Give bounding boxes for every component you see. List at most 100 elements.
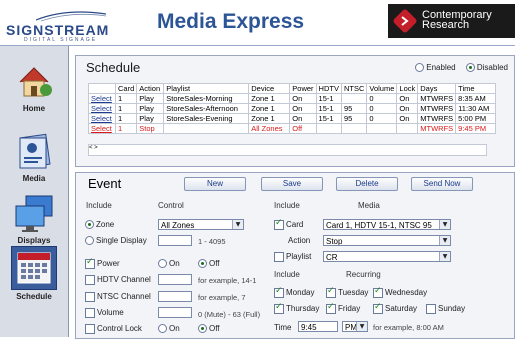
control-lock-checkbox[interactable] (85, 324, 95, 334)
chevron-down-icon[interactable]: ▼ (356, 322, 367, 331)
power-option[interactable]: Power (85, 257, 120, 269)
zone-select[interactable]: All Zones ▼ (158, 219, 244, 230)
ampm-select[interactable]: PM ▼ (342, 321, 368, 332)
signstream-logo: SIGNSTREAM DIGITAL SIGNAGE (6, 10, 126, 43)
save-button[interactable]: Save (261, 177, 323, 191)
disabled-radio[interactable] (465, 63, 475, 73)
action-select[interactable]: Stop ▼ (323, 235, 451, 246)
select-link[interactable]: Select (91, 94, 112, 103)
include-label: Include (274, 270, 300, 279)
lock-off-option[interactable]: Off (198, 324, 220, 334)
schedule-icon (11, 246, 57, 290)
sidebar-item-home[interactable]: Home (0, 60, 68, 113)
send-now-button[interactable]: Send Now (411, 177, 473, 191)
volume-input[interactable] (158, 307, 192, 318)
friday-label: Friday (338, 304, 361, 314)
single-display-input[interactable] (158, 235, 192, 246)
control-lock-option[interactable]: Control Lock (85, 324, 142, 334)
chevron-down-icon[interactable]: ▼ (439, 220, 450, 229)
friday-option[interactable]: Friday (326, 302, 361, 314)
cell-time: 8:35 AM (455, 93, 497, 104)
schedule-panel: Schedule Enabled Disabled Card Action Pl… (75, 55, 515, 167)
zone-option[interactable]: Zone (85, 220, 114, 230)
sidebar-item-label: Schedule (16, 292, 52, 301)
volume-checkbox[interactable] (85, 308, 95, 318)
monday-option[interactable]: Monday (274, 286, 315, 298)
lock-off-radio[interactable] (198, 324, 207, 334)
cell-volume (366, 123, 398, 134)
ntsc-checkbox[interactable] (85, 292, 95, 302)
cell-card: 1 (114, 113, 138, 124)
sunday-checkbox[interactable] (426, 304, 436, 314)
saturday-option[interactable]: Saturday (373, 302, 417, 314)
hdtv-option[interactable]: HDTV Channel (85, 275, 151, 285)
select-link[interactable]: Select (91, 114, 112, 123)
playlist-option[interactable]: Playlist (274, 252, 311, 262)
volume-option[interactable]: Volume (85, 308, 124, 318)
single-display-radio[interactable] (85, 236, 94, 246)
lock-on-label: On (169, 324, 180, 333)
sidebar-item-media[interactable]: Media (0, 130, 68, 183)
sunday-option[interactable]: Sunday (426, 304, 465, 314)
chevron-down-icon[interactable]: ▼ (232, 220, 243, 229)
single-display-option[interactable]: Single Display (85, 236, 147, 246)
power-on-option[interactable]: On (158, 259, 180, 269)
column-header: Volume (366, 83, 398, 94)
new-button[interactable]: New (184, 177, 246, 191)
cell-device: Zone 1 (248, 103, 291, 114)
thursday-option[interactable]: Thursday (274, 302, 320, 314)
hdtv-input[interactable] (158, 274, 192, 285)
hdtv-checkbox[interactable] (85, 275, 95, 285)
thursday-checkbox[interactable] (274, 302, 284, 314)
cell-power: On (289, 113, 317, 124)
horizontal-scrollbar[interactable]: < > (88, 144, 487, 156)
sidebar-item-label: Displays (17, 236, 51, 245)
ntsc-option[interactable]: NTSC Channel (85, 292, 151, 302)
cell-hdtv (315, 123, 342, 134)
sidebar-item-displays[interactable]: Displays (0, 192, 68, 245)
playlist-checkbox[interactable] (274, 252, 284, 262)
card-option[interactable]: Card (274, 218, 303, 230)
power-off-label: Off (209, 259, 220, 268)
tuesday-checkbox[interactable] (326, 286, 336, 298)
cell-action: Play (136, 103, 165, 114)
column-header: Lock (396, 83, 419, 94)
power-on-radio[interactable] (158, 259, 167, 269)
playlist-select[interactable]: CR ▼ (323, 251, 451, 262)
cell-days: MTWRFS (417, 103, 457, 114)
zone-radio[interactable] (85, 220, 94, 230)
column-header: Action (136, 83, 165, 94)
select-link[interactable]: Select (91, 104, 112, 113)
lock-on-radio[interactable] (158, 324, 167, 334)
chevron-down-icon[interactable]: ▼ (439, 252, 450, 261)
tuesday-option[interactable]: Tuesday (326, 286, 368, 298)
enabled-option[interactable]: Enabled (415, 63, 456, 73)
playlist-value: CR (326, 253, 338, 262)
saturday-checkbox[interactable] (373, 302, 383, 314)
app-title: Media Express (157, 10, 305, 33)
lock-on-option[interactable]: On (158, 324, 180, 334)
monday-checkbox[interactable] (274, 286, 284, 298)
delete-button[interactable]: Delete (336, 177, 398, 191)
card-checkbox[interactable] (274, 218, 284, 230)
disabled-option[interactable]: Disabled (465, 63, 508, 73)
monday-label: Monday (286, 288, 315, 298)
column-header: Playlist (163, 83, 250, 94)
power-checkbox[interactable] (85, 257, 95, 269)
thursday-label: Thursday (286, 304, 320, 314)
chevron-down-icon[interactable]: ▼ (439, 236, 450, 245)
cell-volume: 0 (366, 103, 398, 114)
friday-checkbox[interactable] (326, 302, 336, 314)
wednesday-checkbox[interactable] (373, 286, 383, 298)
swoosh-icon (36, 11, 106, 22)
wednesday-option[interactable]: Wednesday (373, 286, 427, 298)
cell-playlist: StoreSales-Evening (163, 113, 250, 124)
power-off-radio[interactable] (198, 259, 207, 269)
time-input[interactable]: 9:45 (298, 321, 338, 332)
sidebar-item-schedule[interactable]: Schedule (0, 246, 68, 301)
power-off-option[interactable]: Off (198, 259, 220, 269)
enabled-radio[interactable] (415, 63, 425, 73)
ntsc-input[interactable] (158, 291, 192, 302)
select-link[interactable]: Select (91, 124, 112, 133)
card-select[interactable]: Card 1, HDTV 15-1, NTSC 95 ▼ (323, 219, 451, 230)
